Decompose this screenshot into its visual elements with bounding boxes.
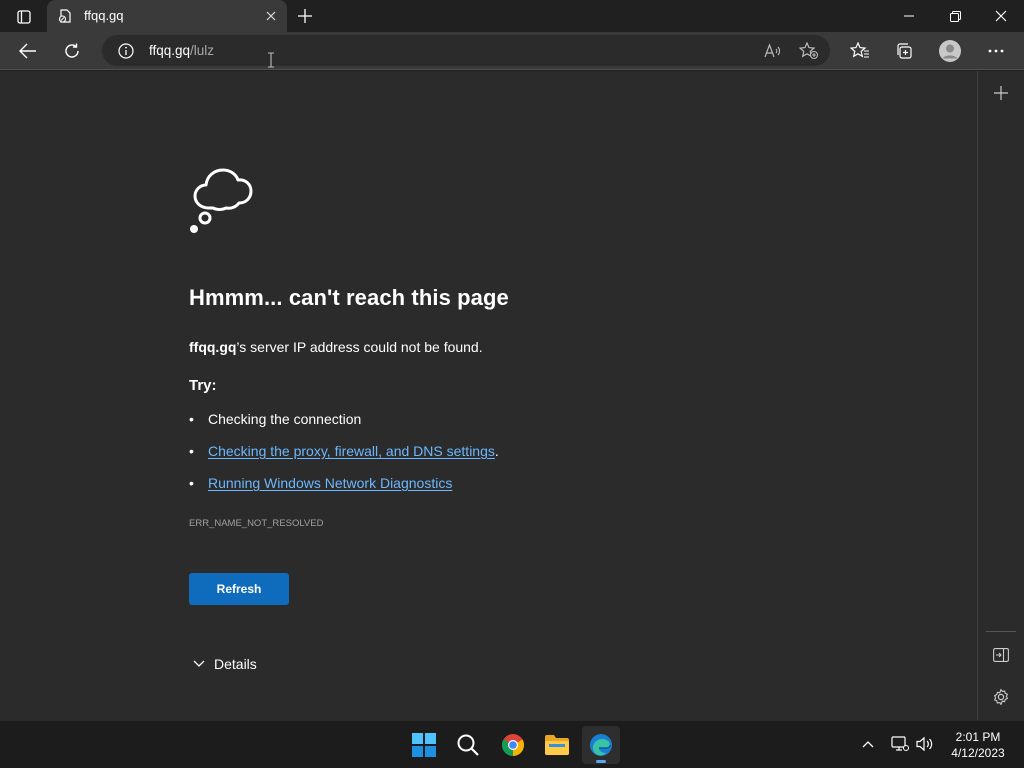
bullet: • bbox=[189, 475, 194, 491]
network-icon[interactable] bbox=[890, 734, 910, 754]
tab-title: ffqq.gq bbox=[84, 8, 124, 23]
close-tab-icon[interactable] bbox=[263, 8, 279, 24]
hide-sidebar-icon[interactable] bbox=[990, 644, 1012, 666]
error-code: ERR_NAME_NOT_RESOLVED bbox=[189, 518, 324, 529]
favorites-icon[interactable] bbox=[847, 38, 873, 64]
edge-sidebar bbox=[977, 71, 1024, 720]
refresh-button[interactable]: Refresh bbox=[189, 573, 289, 605]
suggestion-check-connection: Checking the connection bbox=[208, 411, 362, 427]
thought-cloud-icon bbox=[187, 160, 267, 236]
error-page: Hmmm... can't reach this page ffqq.gq’s … bbox=[0, 71, 977, 720]
collections-icon[interactable] bbox=[891, 38, 917, 64]
tab-actions-menu-icon[interactable] bbox=[10, 6, 38, 28]
more-options-icon[interactable] bbox=[983, 38, 1009, 64]
search-icon[interactable] bbox=[449, 726, 487, 764]
add-sidebar-app-plus-icon[interactable] bbox=[990, 82, 1012, 104]
sidebar-divider bbox=[986, 631, 1016, 632]
volume-icon[interactable] bbox=[915, 734, 935, 754]
back-arrow-icon[interactable] bbox=[15, 38, 41, 64]
error-heading: Hmmm... can't reach this page bbox=[189, 285, 509, 310]
active-app-indicator bbox=[596, 760, 606, 763]
profile-avatar-icon[interactable] bbox=[937, 38, 963, 64]
suggestion-diagnostics: Running Windows Network Diagnostics bbox=[208, 475, 452, 491]
proxy-settings-link[interactable]: Checking the proxy, firewall, and DNS se… bbox=[208, 443, 495, 459]
server-message-text: ’s server IP address could not be found. bbox=[236, 339, 483, 355]
bullet: • bbox=[189, 411, 194, 427]
windows-start-icon[interactable] bbox=[405, 726, 443, 764]
file-explorer-icon[interactable] bbox=[538, 726, 576, 764]
address-bar[interactable]: ffqq.gq/lulz bbox=[102, 35, 830, 66]
customize-settings-gear-icon[interactable] bbox=[990, 686, 1012, 708]
add-favorite-icon[interactable] bbox=[799, 41, 819, 61]
details-label: Details bbox=[214, 656, 257, 672]
url-host: ffqq.gq bbox=[149, 43, 191, 58]
text-cursor-icon bbox=[267, 52, 275, 68]
url-text[interactable]: ffqq.gq/lulz bbox=[149, 43, 214, 58]
new-tab-plus-icon[interactable] bbox=[294, 5, 316, 27]
clock-date: 4/12/2023 bbox=[951, 746, 1005, 760]
bullet: • bbox=[189, 443, 194, 459]
chrome-icon[interactable] bbox=[494, 726, 532, 764]
browser-tab[interactable]: ffqq.gq bbox=[47, 0, 287, 32]
server-message: ffqq.gq’s server IP address could not be… bbox=[189, 339, 483, 355]
try-label: Try: bbox=[189, 377, 217, 394]
minimize-icon[interactable] bbox=[886, 0, 932, 32]
suggestion-suffix: . bbox=[494, 443, 499, 459]
taskbar-clock[interactable]: 2:01 PM 4/12/2023 bbox=[946, 729, 1010, 761]
title-bar: ffqq.gq bbox=[0, 0, 1024, 32]
server-host: ffqq.gq bbox=[189, 339, 237, 355]
details-toggle[interactable]: Details bbox=[193, 655, 257, 673]
read-aloud-icon[interactable] bbox=[763, 41, 783, 61]
restore-icon[interactable] bbox=[932, 0, 978, 32]
show-hidden-icons-chevron-up-icon[interactable] bbox=[858, 734, 878, 754]
refresh-icon[interactable] bbox=[59, 38, 85, 64]
clock-time: 2:01 PM bbox=[955, 730, 1001, 744]
url-path: /lulz bbox=[190, 43, 215, 58]
page-error-icon bbox=[58, 9, 72, 23]
close-window-icon[interactable] bbox=[978, 0, 1024, 32]
suggestion-proxy: Checking the proxy, firewall, and DNS se… bbox=[208, 443, 499, 459]
windows-taskbar: 2:01 PM 4/12/2023 bbox=[0, 720, 1024, 768]
site-info-icon[interactable] bbox=[118, 43, 134, 59]
network-diagnostics-link[interactable]: Running Windows Network Diagnostics bbox=[208, 475, 452, 491]
browser-toolbar: ffqq.gq/lulz bbox=[0, 32, 1024, 70]
edge-icon[interactable] bbox=[582, 726, 620, 764]
chevron-down-icon bbox=[193, 655, 205, 673]
